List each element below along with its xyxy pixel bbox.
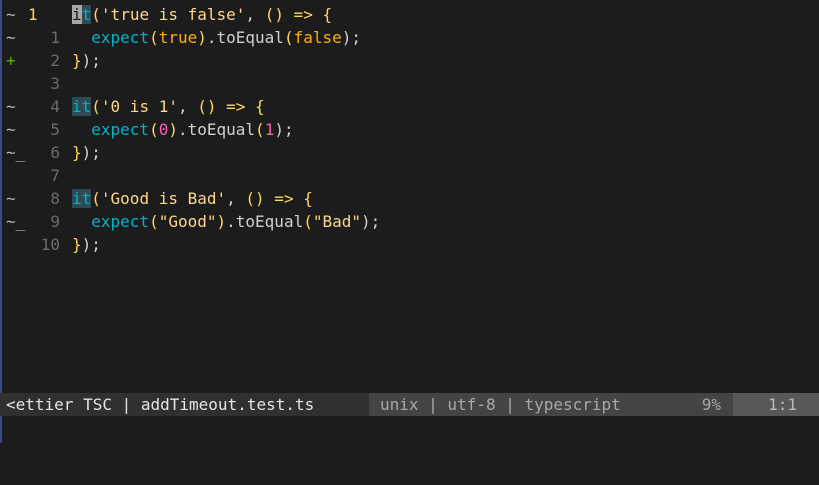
code-text: expect("Good").toEqual("Bad");: [72, 210, 380, 233]
code-token: 1: [264, 120, 275, 139]
code-text: it('0 is 1', () => {: [72, 95, 265, 118]
code-token: (): [197, 97, 217, 116]
line-number: 1: [28, 5, 38, 24]
code-token: ,: [245, 5, 265, 24]
code-token: {: [255, 97, 265, 116]
code-line[interactable]: ~_ 9 expect("Good").toEqual("Bad");: [4, 210, 819, 233]
text-cursor: i: [72, 5, 82, 24]
code-token: .toEqual: [206, 28, 284, 47]
code-line[interactable]: ~4 it('0 is 1', () => {: [4, 95, 819, 118]
code-token: =>: [283, 5, 323, 24]
git-sign: ~_: [6, 143, 26, 162]
line-number: 9: [50, 212, 60, 231]
code-token: ): [168, 120, 178, 139]
code-text: expect(true).toEqual(false);: [72, 26, 361, 49]
code-token: it: [72, 189, 92, 208]
statusline-cursor-position: 1:1: [733, 393, 819, 416]
code-token: true: [158, 28, 198, 47]
code-token: (: [91, 189, 101, 208]
code-token: (: [283, 28, 294, 47]
statusline-file-info: <ettier TSC | addTimeout.test.ts: [6, 395, 315, 414]
code-text: });: [72, 49, 101, 72]
line-number: 1: [50, 28, 60, 47]
code-token: 0: [158, 120, 169, 139]
code-line[interactable]: ~1 it('true is false', () => {: [4, 3, 819, 26]
code-token: }: [72, 51, 82, 70]
code-token: );: [274, 120, 294, 139]
line-number: 2: [50, 51, 60, 70]
code-token: (: [255, 120, 265, 139]
code-text: expect(0).toEqual(1);: [72, 118, 294, 141]
statusline-format-encoding-type: unix | utf-8 | typescript: [380, 395, 621, 414]
code-token: (: [149, 212, 159, 231]
statusline-scroll-percent: 9%: [701, 395, 721, 414]
statusline-file-format: unix | utf-8 | typescript 9%: [369, 393, 733, 416]
code-token: ): [197, 28, 207, 47]
code-line[interactable]: 10});: [4, 233, 819, 256]
code-token: 'true is false': [100, 5, 246, 24]
code-token: );: [341, 28, 362, 47]
code-line[interactable]: ~8 it('Good is Bad', () => {: [4, 187, 819, 210]
code-token: .toEqual: [226, 212, 304, 231]
code-token: .toEqual: [177, 120, 256, 139]
code-token: expect: [72, 212, 150, 231]
code-token: =>: [216, 97, 256, 116]
code-line[interactable]: ~_ 6});: [4, 141, 819, 164]
code-token: =>: [264, 189, 304, 208]
line-number: 10: [40, 235, 60, 254]
code-token: );: [81, 235, 101, 254]
code-token: ): [216, 212, 227, 231]
code-token: {: [322, 5, 333, 24]
line-number: 5: [50, 120, 60, 139]
code-token: "Bad": [312, 212, 362, 231]
code-line[interactable]: ~5 expect(0).toEqual(1);: [4, 118, 819, 141]
code-token: ,: [226, 189, 246, 208]
code-line[interactable]: +2});: [4, 49, 819, 72]
code-token: (: [91, 5, 101, 24]
code-text: });: [72, 141, 101, 164]
cursor-position-label: 1:1: [768, 395, 797, 414]
code-token: ,: [177, 97, 198, 116]
code-token: t: [81, 5, 92, 24]
code-token: {: [303, 189, 313, 208]
code-token: 'Good is Bad': [100, 189, 227, 208]
code-text: it('Good is Bad', () => {: [72, 187, 313, 210]
code-token: expect: [72, 120, 150, 139]
code-token: );: [81, 51, 101, 70]
code-token: (: [149, 120, 159, 139]
code-token: }: [72, 235, 82, 254]
code-token: (): [264, 5, 284, 24]
code-token: '0 is 1': [100, 97, 178, 116]
git-sign: ~: [6, 28, 16, 47]
line-number: 8: [50, 189, 60, 208]
git-sign: ~: [6, 120, 16, 139]
code-line[interactable]: ~1 expect(true).toEqual(false);: [4, 26, 819, 49]
git-sign: ~: [6, 97, 16, 116]
code-token: (: [91, 97, 101, 116]
line-number: 6: [50, 143, 60, 162]
code-token: expect: [72, 28, 150, 47]
code-token: it: [72, 97, 92, 116]
line-number: 4: [50, 97, 60, 116]
code-token: }: [72, 143, 82, 162]
git-sign: ~_: [6, 212, 26, 231]
code-token: (: [303, 212, 313, 231]
code-token: (: [149, 28, 159, 47]
code-line[interactable]: 3: [4, 72, 819, 95]
code-token: );: [81, 143, 101, 162]
code-token: );: [361, 212, 381, 231]
window-left-border: [0, 0, 2, 443]
code-token: "Good": [158, 212, 217, 231]
line-number: 3: [50, 74, 60, 93]
code-token: false: [293, 28, 342, 47]
code-text: });: [72, 233, 101, 256]
statusline: <ettier TSC | addTimeout.test.ts unix | …: [0, 393, 819, 416]
line-number: 7: [50, 166, 60, 185]
code-token: (): [245, 189, 265, 208]
code-text: it('true is false', () => {: [72, 3, 332, 26]
git-sign: ~: [6, 189, 16, 208]
code-line[interactable]: 7: [4, 164, 819, 187]
code-editor[interactable]: ~1 it('true is false', () => {~1 expect(t…: [4, 3, 819, 391]
git-sign: +: [6, 51, 16, 70]
